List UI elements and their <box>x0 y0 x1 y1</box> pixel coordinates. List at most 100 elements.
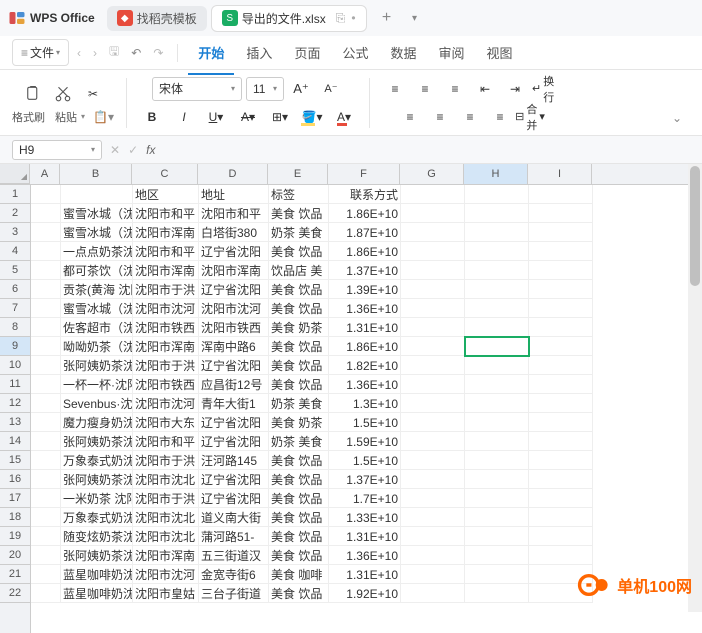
cell[interactable] <box>31 584 61 603</box>
cell[interactable] <box>465 204 529 223</box>
underline-button[interactable]: U▾ <box>203 104 229 130</box>
row-header[interactable]: 14 <box>0 432 30 451</box>
scissors-button[interactable]: ✂ <box>80 81 106 107</box>
cell[interactable]: 1.5E+10 <box>329 413 401 432</box>
cell[interactable] <box>61 185 133 204</box>
formula-input[interactable] <box>163 140 690 160</box>
scrollbar-thumb[interactable] <box>690 166 700 286</box>
col-header-B[interactable]: B <box>60 164 132 184</box>
menu-tab-开始[interactable]: 开始 <box>188 39 234 75</box>
increase-font-button[interactable]: A⁺ <box>288 76 314 102</box>
paste-label[interactable]: 粘贴 <box>55 109 77 125</box>
cell[interactable]: 1.33E+10 <box>329 508 401 527</box>
cell[interactable] <box>31 204 61 223</box>
cell[interactable] <box>529 451 593 470</box>
indent-increase-button[interactable]: ⇥ <box>502 76 528 102</box>
cell[interactable] <box>465 451 529 470</box>
strikethrough-button[interactable]: A▾ <box>235 104 261 130</box>
file-menu-button[interactable]: ≡ 文件 ▾ <box>12 39 69 66</box>
cell[interactable]: 辽宁省沈阳 <box>199 413 269 432</box>
cell[interactable] <box>401 299 465 318</box>
cell[interactable] <box>401 356 465 375</box>
cell[interactable]: 沈阳市铁西 <box>133 375 199 394</box>
col-header-A[interactable]: A <box>30 164 60 184</box>
next-icon[interactable]: › <box>89 46 101 60</box>
cell[interactable] <box>529 546 593 565</box>
cell[interactable]: 浑南中路6 <box>199 337 269 356</box>
cell[interactable]: 万象泰式奶沈阳市于洪 <box>61 451 133 470</box>
col-header-H[interactable]: H <box>464 164 528 184</box>
cell[interactable]: 1.5E+10 <box>329 451 401 470</box>
cell[interactable] <box>31 261 61 280</box>
cell[interactable] <box>465 299 529 318</box>
cell[interactable]: 沈阳市大东 <box>133 413 199 432</box>
cell[interactable]: 1.37E+10 <box>329 261 401 280</box>
row-header[interactable]: 5 <box>0 261 30 280</box>
cell[interactable]: 1.37E+10 <box>329 470 401 489</box>
cell[interactable] <box>401 527 465 546</box>
select-all-corner[interactable]: ◢ <box>0 164 30 184</box>
cell[interactable] <box>401 394 465 413</box>
fill-color-button[interactable]: 🪣▾ <box>299 104 325 130</box>
cell[interactable] <box>529 204 593 223</box>
cell[interactable]: 1.3E+10 <box>329 394 401 413</box>
cell[interactable]: 佐客超市（沈阳市铁西 <box>61 318 133 337</box>
tab-pin-icon[interactable]: ⎘ <box>336 11 346 26</box>
cell[interactable] <box>31 527 61 546</box>
cell[interactable]: 1.36E+10 <box>329 546 401 565</box>
cell[interactable]: 一点点奶茶沈阳市和平 <box>61 242 133 261</box>
cell[interactable]: 美食 奶茶 <box>269 413 329 432</box>
cell[interactable]: 蜜雪冰城（沈阳市沈河 <box>61 299 133 318</box>
cell[interactable]: 青年大街1 <box>199 394 269 413</box>
cell[interactable]: 美食 饮品 <box>269 527 329 546</box>
cell[interactable]: 沈阳市浑南 <box>133 223 199 242</box>
row-header[interactable]: 7 <box>0 299 30 318</box>
cell[interactable] <box>31 375 61 394</box>
cell[interactable] <box>31 185 61 204</box>
cell[interactable]: 美食 咖啡 <box>269 565 329 584</box>
toolbar-expand-button[interactable]: ⌄ <box>664 105 690 131</box>
cell[interactable] <box>31 432 61 451</box>
cell[interactable]: 标签 <box>269 185 329 204</box>
cell[interactable]: 蜜雪冰城（沈阳市和平 <box>61 204 133 223</box>
cell[interactable] <box>31 337 61 356</box>
cell[interactable]: 联系方式 <box>329 185 401 204</box>
cell[interactable]: 辽宁省沈阳 <box>199 470 269 489</box>
cell[interactable]: 沈阳市和平 <box>133 204 199 223</box>
cell[interactable] <box>401 185 465 204</box>
cell[interactable]: 三台子街道 <box>199 584 269 603</box>
row-header[interactable]: 12 <box>0 394 30 413</box>
prev-icon[interactable]: ‹ <box>73 46 85 60</box>
col-header-E[interactable]: E <box>268 164 328 184</box>
cell[interactable] <box>465 280 529 299</box>
cell[interactable] <box>31 451 61 470</box>
cell[interactable]: 1.31E+10 <box>329 565 401 584</box>
cell[interactable]: 沈阳市于洪 <box>133 280 199 299</box>
cell[interactable]: 辽宁省沈阳 <box>199 432 269 451</box>
cell[interactable]: 饮品店 美 <box>269 261 329 280</box>
cell[interactable]: 沈阳市铁西 <box>133 318 199 337</box>
cell[interactable]: 蜜雪冰城（沈阳市浑南 <box>61 223 133 242</box>
cell[interactable] <box>529 337 593 356</box>
row-header[interactable]: 10 <box>0 356 30 375</box>
cell[interactable]: 五三街道汉 <box>199 546 269 565</box>
cell[interactable]: 1.87E+10 <box>329 223 401 242</box>
menu-tab-审阅[interactable]: 审阅 <box>428 39 474 66</box>
cell[interactable] <box>401 261 465 280</box>
cell[interactable]: 1.92E+10 <box>329 584 401 603</box>
tab-list-button[interactable]: ▾ <box>403 6 427 30</box>
cell[interactable]: 辽宁省沈阳 <box>199 242 269 261</box>
cell[interactable] <box>401 508 465 527</box>
chevron-down-icon[interactable]: ▾ <box>81 112 85 121</box>
cell[interactable] <box>465 527 529 546</box>
cell[interactable]: 沈阳市沈北 <box>133 508 199 527</box>
cell[interactable]: 美食 饮品 <box>269 451 329 470</box>
cell[interactable]: 1.86E+10 <box>329 204 401 223</box>
bold-button[interactable]: B <box>139 104 165 130</box>
cell[interactable] <box>529 223 593 242</box>
cell[interactable] <box>401 432 465 451</box>
cell[interactable] <box>529 527 593 546</box>
cell[interactable] <box>465 185 529 204</box>
fx-icon[interactable]: fx <box>146 143 155 157</box>
cell[interactable] <box>529 413 593 432</box>
